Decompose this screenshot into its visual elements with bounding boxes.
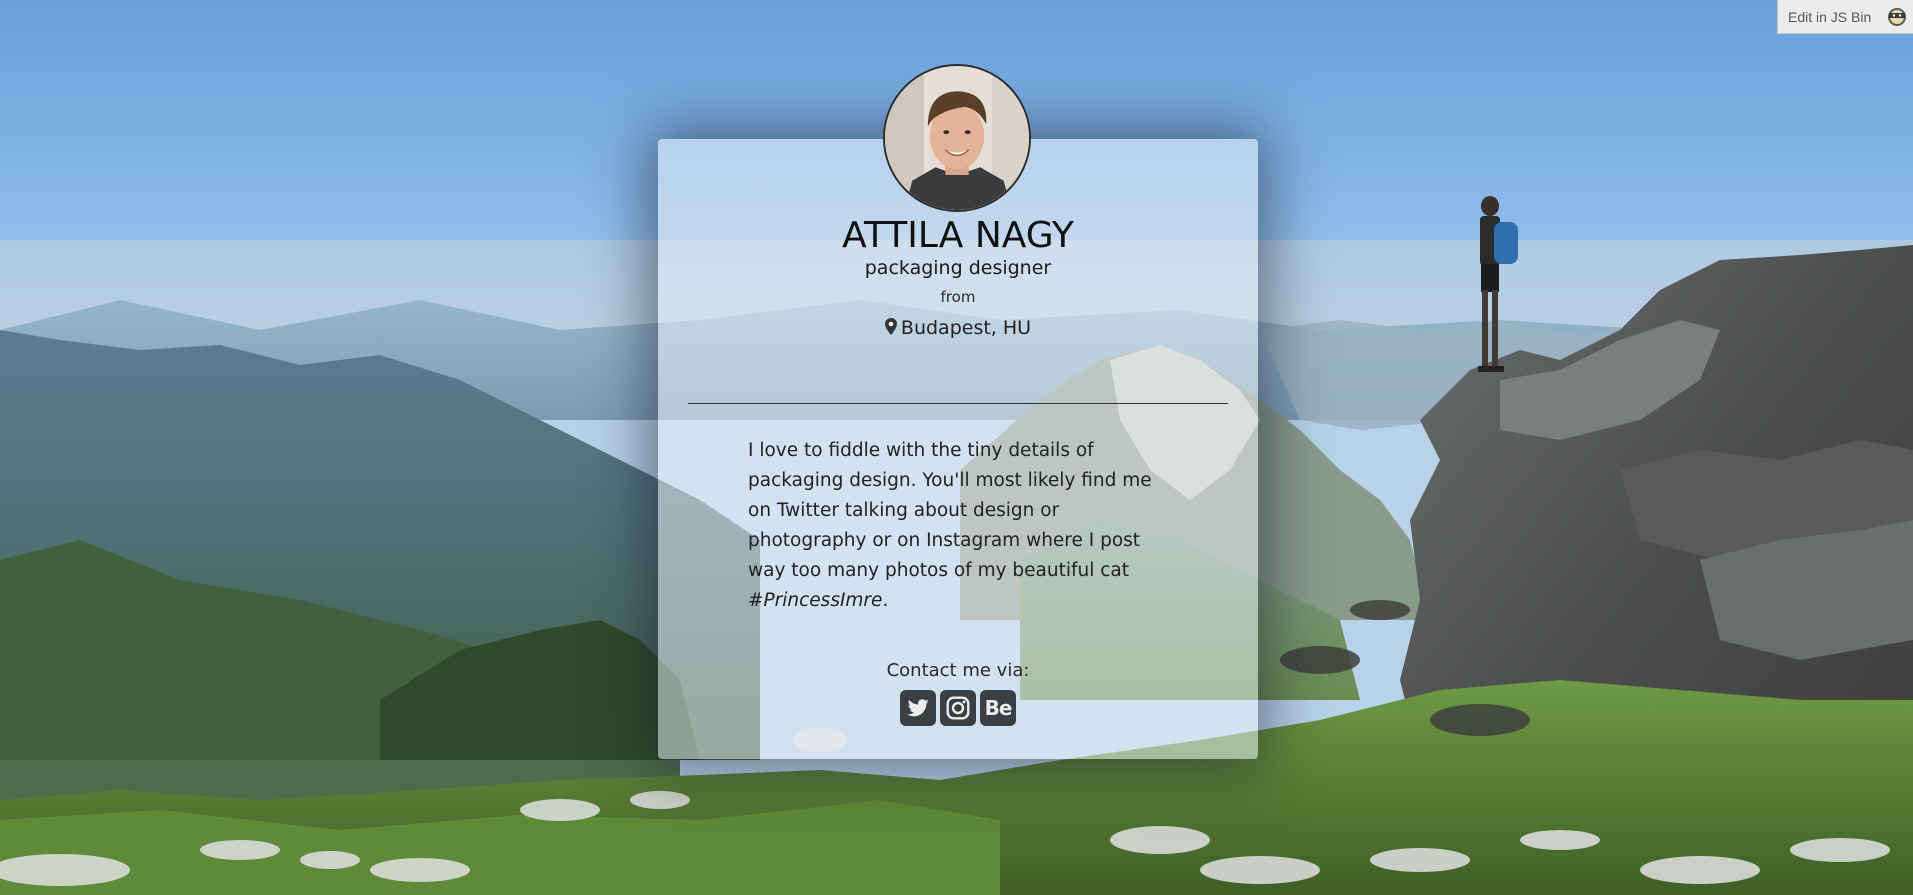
edit-in-jsbin-button[interactable]: Edit in JS Bin (1777, 0, 1913, 34)
social-links: Be (900, 690, 1016, 726)
behance-link[interactable]: Be (980, 690, 1016, 726)
twitter-link[interactable] (900, 690, 936, 726)
bio-end: . (882, 590, 889, 611)
twitter-icon (907, 699, 929, 717)
profile-avatar (883, 64, 1031, 212)
page-background: Edit in JS Bin ATTILA NAGY packaging des… (0, 0, 1913, 895)
bio-line: photography or on Instagram where I post (748, 530, 1141, 551)
behance-icon: Be (984, 696, 1013, 720)
profile-location: Budapest, HU (658, 317, 1258, 339)
bio-line: I love to fiddle with the tiny details o… (748, 440, 1094, 461)
map-pin-icon (884, 318, 897, 335)
instagram-link[interactable] (940, 690, 976, 726)
bio-line: packaging design. You'll most likely fin… (748, 470, 1152, 491)
card-divider (688, 403, 1228, 404)
contact-label: Contact me via: (886, 660, 1030, 681)
bio-hashtag: #PrincessImre (748, 590, 883, 611)
instagram-icon (946, 696, 970, 720)
bio-line: way too many photos of my beautiful cat (748, 560, 1130, 581)
bio-line: on Twitter talking about design or (748, 500, 1060, 521)
bio-line-last: #PrincessImre. (748, 586, 1168, 616)
profile-bio: I love to fiddle with the tiny details o… (748, 436, 1168, 616)
jsbin-label: Edit in JS Bin (1788, 8, 1872, 25)
profile-job-title: packaging designer (864, 257, 1052, 279)
profile-name: ATTILA NAGY (842, 215, 1074, 256)
jsbin-ninja-icon (1888, 8, 1906, 26)
from-label: from (940, 288, 976, 306)
location-text: Budapest, HU (900, 317, 1032, 339)
avatar-photo (885, 66, 1029, 210)
